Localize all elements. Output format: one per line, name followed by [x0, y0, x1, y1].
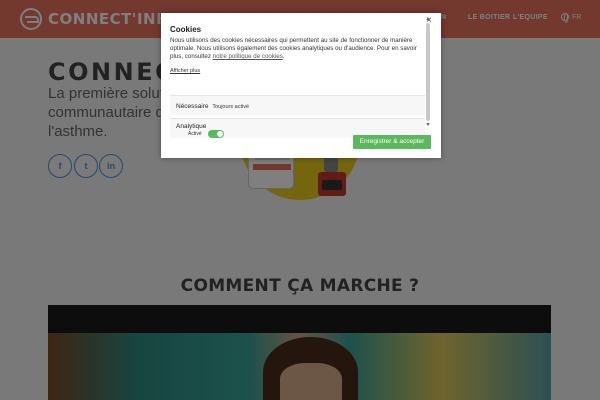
save-accept-button[interactable]: Enregistrer & accepter — [353, 135, 431, 149]
category-name: Nécessaire — [176, 103, 209, 110]
category-status: Toujours activé — [212, 104, 250, 110]
cookie-modal-description: Nous utilisons des cookies nécessaires q… — [170, 37, 422, 62]
modal-scrollbar[interactable]: ▲ ▼ — [425, 16, 431, 128]
cookie-categories: Nécessaire Toujours activé Analytique Ac… — [170, 95, 425, 140]
cookie-category-necessary[interactable]: Nécessaire Toujours activé — [170, 95, 425, 115]
cookie-body-end: . — [282, 53, 285, 61]
scroll-up-icon[interactable]: ▲ — [425, 16, 431, 22]
analytics-toggle[interactable] — [208, 130, 224, 138]
cookie-body-text: Nous utilisons des cookies nécessaires q… — [170, 37, 417, 61]
show-more-link[interactable]: Afficher plus — [170, 68, 200, 74]
scroll-down-icon[interactable]: ▼ — [425, 122, 431, 128]
cookie-modal-title: Cookies — [170, 25, 202, 34]
scrollbar-thumb[interactable] — [426, 23, 430, 121]
cookie-policy-link[interactable]: notre politique de cookies — [213, 53, 283, 60]
category-name: Analytique — [176, 123, 207, 130]
toggle-status-label: Activé — [188, 131, 202, 137]
cookie-modal: × Cookies Nous utilisons des cookies néc… — [161, 13, 441, 158]
